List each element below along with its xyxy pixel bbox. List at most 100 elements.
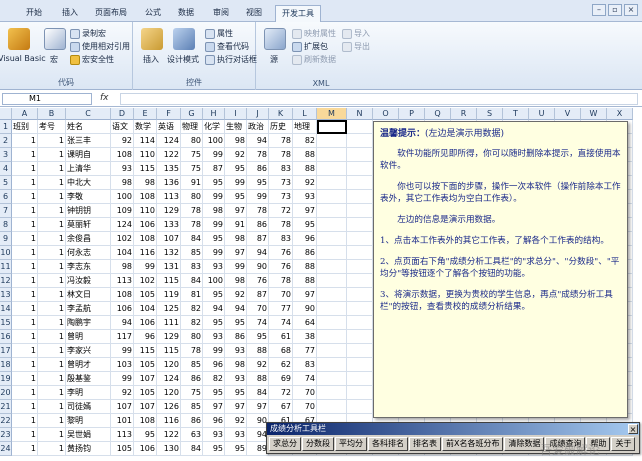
data-cell[interactable]: 98 xyxy=(111,260,134,274)
column-header-r[interactable]: R xyxy=(451,108,477,120)
data-cell[interactable]: 林文日 xyxy=(66,288,111,302)
data-cell[interactable]: 吴世娟 xyxy=(66,428,111,442)
data-cell[interactable]: 93 xyxy=(203,428,225,442)
data-cell[interactable]: 130 xyxy=(157,442,181,456)
data-cell[interactable]: 1 xyxy=(38,232,66,246)
data-cell[interactable]: 1 xyxy=(38,190,66,204)
data-cell[interactable]: 115 xyxy=(134,162,157,176)
data-cell[interactable]: 张三丰 xyxy=(66,134,111,148)
empty-cell[interactable] xyxy=(317,400,347,414)
data-cell[interactable]: 38 xyxy=(293,330,317,344)
data-cell[interactable]: 82 xyxy=(181,316,203,330)
data-cell[interactable]: 90 xyxy=(293,302,317,316)
data-cell[interactable]: 129 xyxy=(157,330,181,344)
data-cell[interactable]: 109 xyxy=(111,204,134,218)
data-cell[interactable]: 1 xyxy=(38,344,66,358)
data-cell[interactable]: 84 xyxy=(247,386,269,400)
data-cell[interactable]: 94 xyxy=(203,302,225,316)
empty-cell[interactable] xyxy=(317,190,347,204)
data-cell[interactable]: 136 xyxy=(157,176,181,190)
data-cell[interactable]: 90 xyxy=(247,260,269,274)
row-header[interactable]: 8 xyxy=(0,218,12,232)
empty-cell[interactable] xyxy=(347,274,373,288)
data-cell[interactable]: 87 xyxy=(247,288,269,302)
data-cell[interactable]: 87 xyxy=(203,162,225,176)
tab-page-layout[interactable]: 页面布局 xyxy=(95,7,127,18)
data-cell[interactable]: 124 xyxy=(157,372,181,386)
data-cell[interactable]: 78 xyxy=(247,204,269,218)
rank-table-button[interactable]: 排名表 xyxy=(409,437,441,451)
data-cell[interactable]: 98 xyxy=(111,176,134,190)
data-cell[interactable]: 1 xyxy=(12,316,38,330)
data-cell[interactable]: 85 xyxy=(181,246,203,260)
empty-cell[interactable] xyxy=(347,372,373,386)
row-header[interactable]: 1 xyxy=(0,120,12,134)
data-cell[interactable]: 86 xyxy=(181,414,203,428)
data-cell[interactable]: 1 xyxy=(12,190,38,204)
row-header[interactable]: 15 xyxy=(0,316,12,330)
data-cell[interactable]: 1 xyxy=(12,218,38,232)
data-cell[interactable]: 106 xyxy=(134,218,157,232)
data-cell[interactable]: 102 xyxy=(111,232,134,246)
row-header[interactable]: 7 xyxy=(0,204,12,218)
data-cell[interactable]: 95 xyxy=(247,330,269,344)
empty-cell[interactable] xyxy=(347,344,373,358)
data-cell[interactable]: 97 xyxy=(293,204,317,218)
empty-cell[interactable] xyxy=(347,246,373,260)
empty-cell[interactable] xyxy=(317,148,347,162)
row-header[interactable]: 24 xyxy=(0,442,12,456)
data-cell[interactable]: 111 xyxy=(157,316,181,330)
data-cell[interactable]: 69 xyxy=(269,372,293,386)
column-header-n[interactable]: N xyxy=(347,108,373,120)
data-cell[interactable]: 88 xyxy=(293,274,317,288)
data-cell[interactable]: 93 xyxy=(225,372,247,386)
empty-cell[interactable] xyxy=(347,260,373,274)
empty-cell[interactable] xyxy=(317,330,347,344)
score-band-button[interactable]: 分数段 xyxy=(302,437,334,451)
data-cell[interactable]: 94 xyxy=(225,302,247,316)
data-cell[interactable]: 108 xyxy=(134,190,157,204)
about-button[interactable]: 关于 xyxy=(611,437,636,451)
visual-basic-button[interactable]: Visual Basic xyxy=(0,54,46,63)
column-header-u[interactable]: U xyxy=(529,108,555,120)
row-header[interactable]: 6 xyxy=(0,190,12,204)
tab-data[interactable]: 数据 xyxy=(178,7,194,18)
data-cell[interactable]: 104 xyxy=(134,302,157,316)
data-cell[interactable]: 107 xyxy=(134,400,157,414)
data-cell[interactable]: 陶鹏宇 xyxy=(66,316,111,330)
data-cell[interactable]: 70 xyxy=(247,302,269,316)
empty-cell[interactable] xyxy=(347,190,373,204)
column-header-c[interactable]: C xyxy=(66,108,111,120)
data-cell[interactable]: 62 xyxy=(269,358,293,372)
empty-cell[interactable] xyxy=(317,316,347,330)
data-cell[interactable]: 116 xyxy=(134,246,157,260)
data-cell[interactable]: 88 xyxy=(247,372,269,386)
data-cell[interactable]: 1 xyxy=(38,274,66,288)
data-cell[interactable]: 1 xyxy=(12,232,38,246)
map-properties-button[interactable]: 映射属性 xyxy=(292,28,336,39)
data-cell[interactable]: 74 xyxy=(247,316,269,330)
subject-rank-button[interactable]: 各科排名 xyxy=(368,437,408,451)
data-cell[interactable]: 李孟航 xyxy=(66,302,111,316)
import-button[interactable]: 导入 xyxy=(342,28,370,39)
empty-cell[interactable] xyxy=(347,302,373,316)
data-cell[interactable]: 78 xyxy=(181,218,203,232)
column-title-cell[interactable]: 语文 xyxy=(111,120,134,134)
data-cell[interactable]: 107 xyxy=(134,372,157,386)
data-cell[interactable]: 91 xyxy=(181,176,203,190)
column-header-l[interactable]: L xyxy=(293,108,317,120)
empty-cell[interactable] xyxy=(317,274,347,288)
data-cell[interactable]: 1 xyxy=(12,302,38,316)
data-cell[interactable]: 85 xyxy=(181,400,203,414)
properties-button[interactable]: 属性 xyxy=(205,28,233,39)
column-header-e[interactable]: E xyxy=(134,108,157,120)
data-cell[interactable]: 84 xyxy=(181,442,203,456)
data-cell[interactable]: 1 xyxy=(12,134,38,148)
data-cell[interactable]: 68 xyxy=(269,344,293,358)
data-cell[interactable]: 课明自 xyxy=(66,148,111,162)
tab-review[interactable]: 审阅 xyxy=(213,7,229,18)
data-cell[interactable]: 99 xyxy=(247,190,269,204)
data-cell[interactable]: 95 xyxy=(203,176,225,190)
data-cell[interactable]: 97 xyxy=(225,400,247,414)
data-cell[interactable]: 131 xyxy=(157,260,181,274)
